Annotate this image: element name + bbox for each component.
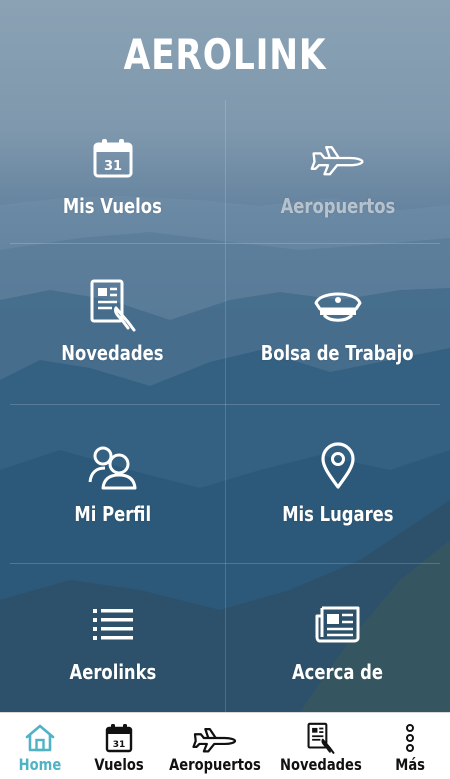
menu-tile-label: Aerolinks	[69, 660, 156, 684]
menu-tile-label: Bolsa de Trabajo	[261, 341, 414, 365]
menu-tile-mi-perfil[interactable]: Mi Perfil	[0, 438, 225, 526]
calendar-icon: 31	[85, 130, 141, 186]
newspaper-icon	[310, 596, 366, 652]
airplane-icon	[192, 721, 238, 755]
menu-tile-acerca-de[interactable]: Acerca de	[225, 596, 450, 684]
svg-text:31: 31	[103, 159, 121, 174]
news-hand-icon	[85, 277, 141, 333]
tab-label: Aeropuertos	[168, 755, 261, 774]
menu-tile-label: Aeropuertos	[280, 194, 395, 218]
menu-tile-label: Acerca de	[292, 660, 383, 684]
tab-novedades[interactable]: Novedades	[271, 713, 371, 779]
menu-tile-aerolinks[interactable]: Aerolinks	[0, 596, 225, 684]
tab-label: Vuelos	[94, 755, 144, 774]
tab-label: Más	[395, 755, 426, 774]
airplane-icon	[310, 130, 366, 186]
news-hand-icon	[306, 721, 336, 755]
menu-tile-mis-vuelos[interactable]: 31 Mis Vuelos	[0, 130, 225, 218]
menu-tile-mis-lugares[interactable]: Mis Lugares	[225, 438, 450, 526]
menu-tile-label: Mi Perfil	[74, 502, 151, 526]
list-icon	[85, 596, 141, 652]
location-pin-icon	[310, 438, 366, 494]
menu-tile-label: Mis Lugares	[281, 502, 394, 526]
app-title: AEROLINK	[123, 30, 327, 79]
tab-vuelos[interactable]: 31 Vuelos	[79, 713, 158, 779]
menu-tile-novedades[interactable]: Novedades	[0, 277, 225, 365]
menu-tile-bolsa-de-trabajo[interactable]: Bolsa de Trabajo	[225, 277, 450, 365]
grid-divider	[10, 563, 440, 564]
svg-text:31: 31	[113, 740, 126, 750]
tab-label: Novedades	[279, 755, 362, 774]
profile-icon	[85, 438, 141, 494]
more-vertical-icon	[404, 721, 416, 755]
tab-label: Home	[18, 755, 62, 774]
pilot-cap-icon	[310, 277, 366, 333]
home-icon	[24, 721, 56, 755]
tab-mas[interactable]: Más	[371, 713, 450, 779]
grid-divider	[10, 404, 440, 405]
calendar-icon: 31	[105, 721, 133, 755]
grid-divider	[10, 243, 440, 244]
bottom-tab-bar: Home 31 Vuelos Aeropuertos Novedades Más	[0, 712, 450, 779]
menu-tile-aeropuertos[interactable]: Aeropuertos	[225, 130, 450, 218]
tab-home[interactable]: Home	[0, 713, 79, 779]
home-screen: AEROLINK 31 Mis Vuelos Aeropuertos Noved…	[0, 0, 450, 712]
menu-tile-label: Novedades	[61, 341, 164, 365]
tab-aeropuertos[interactable]: Aeropuertos	[159, 713, 271, 779]
menu-tile-label: Mis Vuelos	[63, 194, 162, 218]
